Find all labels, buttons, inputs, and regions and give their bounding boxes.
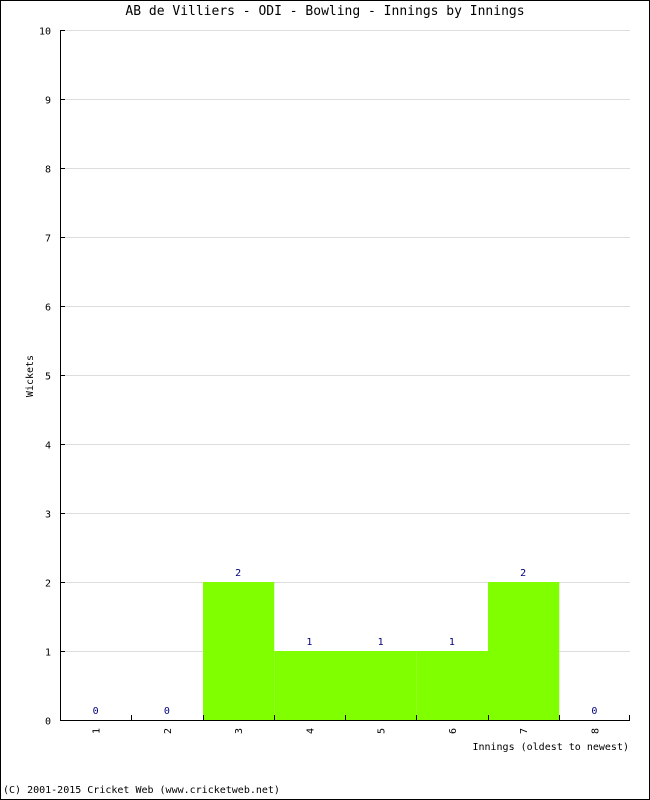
- bar: [274, 651, 346, 720]
- copyright-footer: (C) 2001-2015 Cricket Web (www.cricketwe…: [3, 785, 280, 796]
- y-tick-label: 3: [45, 510, 51, 521]
- data-label: 1: [449, 637, 455, 648]
- data-label: 0: [591, 706, 597, 717]
- y-tick-label: 8: [45, 165, 51, 176]
- bar: [203, 582, 275, 720]
- data-label: 0: [164, 706, 170, 717]
- y-tick-label: 7: [45, 234, 51, 245]
- y-axis-label: Wickets: [25, 355, 36, 397]
- y-tick-label: 4: [45, 441, 51, 452]
- x-tick-label: 4: [305, 728, 316, 734]
- y-tick-label: 6: [45, 303, 51, 314]
- x-tick-label: 8: [590, 728, 601, 734]
- bar-chart: 0 1 2 3 4 5 6 7 8 9 10 1 2 3 4 5 6 7 8 0 0 2 1 1 1 2 0 Innings (…: [25, 27, 630, 753]
- x-tick-label: 3: [234, 728, 245, 734]
- bar: [416, 651, 488, 720]
- x-axis-label: Innings (oldest to newest): [472, 742, 629, 753]
- x-tick-label: 1: [92, 728, 103, 734]
- y-tick-label: 0: [45, 717, 51, 728]
- y-tick-label: 9: [45, 96, 51, 107]
- data-label: 1: [306, 637, 312, 648]
- x-tick-label: 6: [448, 728, 459, 734]
- x-tick-label: 5: [377, 728, 388, 734]
- y-tick-label: 1: [45, 648, 51, 659]
- y-tick-label: 5: [45, 372, 51, 383]
- bar: [488, 582, 560, 720]
- x-tick-label: 7: [519, 728, 530, 734]
- data-label: 0: [93, 706, 99, 717]
- y-ticks: 0 1 2 3 4 5 6 7 8 9 10: [39, 27, 65, 728]
- data-label: 2: [235, 568, 241, 579]
- data-label: 2: [520, 568, 526, 579]
- grid-lines: [60, 30, 630, 652]
- bar: [345, 651, 417, 720]
- data-label: 1: [378, 637, 384, 648]
- bars: [203, 582, 560, 720]
- x-tick-label: 2: [163, 728, 174, 734]
- y-tick-label: 2: [45, 579, 51, 590]
- y-tick-label: 10: [39, 27, 51, 38]
